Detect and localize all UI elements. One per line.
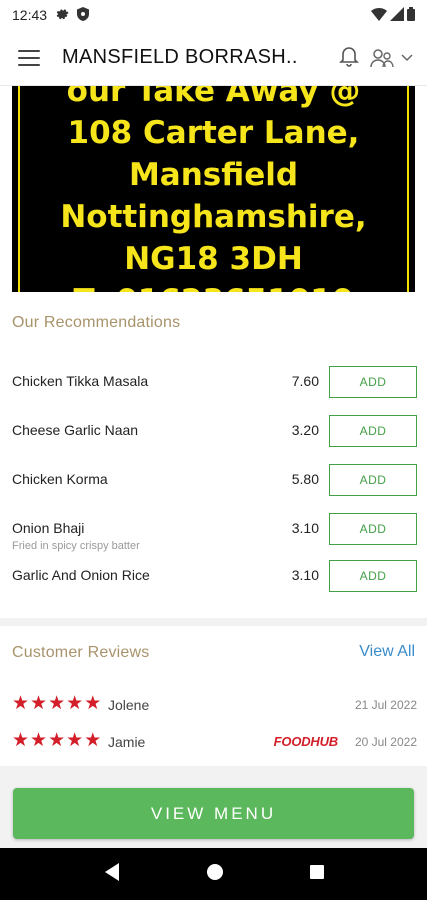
star-icon: ★: [48, 730, 66, 751]
review-date: 20 Jul 2022: [354, 735, 417, 749]
view-all-link[interactable]: View All: [359, 643, 415, 661]
system-navigation-bar: [0, 848, 427, 900]
menu-icon[interactable]: [18, 46, 42, 70]
status-time: 12:43: [12, 7, 48, 23]
item-name: Chicken Korma: [12, 471, 108, 487]
section-divider: [0, 618, 427, 626]
menu-item: Garlic And Onion Rice 3.10 ADD: [12, 560, 417, 611]
star-icon: ★: [12, 730, 30, 751]
star-icon: ★: [12, 693, 30, 714]
shield-icon: [77, 6, 90, 24]
wifi-icon: [371, 7, 387, 24]
bottom-action-area: VIEW MENU: [0, 766, 427, 848]
app-bar: MANSFIELD BORRASH..: [0, 30, 427, 86]
menu-item: Chicken Tikka Masala 7.60 ADD: [12, 366, 417, 417]
settings-icon: [55, 7, 69, 24]
menu-item: Onion Bhaji Fried in spicy crispy batter…: [12, 513, 417, 564]
item-name: Onion Bhaji: [12, 520, 85, 536]
star-icon: ★: [30, 693, 48, 714]
item-name: Cheese Garlic Naan: [12, 422, 139, 438]
item-price: 3.20: [291, 422, 319, 438]
item-price: 3.10: [291, 567, 319, 583]
star-icon: ★: [84, 693, 102, 714]
add-button[interactable]: ADD: [329, 513, 417, 545]
star-icon: ★: [48, 693, 66, 714]
item-name: Chicken Tikka Masala: [12, 373, 149, 389]
back-icon[interactable]: [103, 862, 121, 887]
add-button[interactable]: ADD: [329, 415, 417, 447]
add-button[interactable]: ADD: [329, 366, 417, 398]
review-item: ★ ★ ★ ★ ★ Jolene 21 Jul 2022: [12, 694, 417, 716]
item-price: 5.80: [291, 471, 319, 487]
item-description: Fried in spicy crispy batter: [12, 540, 140, 552]
reviewer-name: Jolene: [108, 697, 150, 713]
menu-item: Chicken Korma 5.80 ADD: [12, 464, 417, 515]
review-item: ★ ★ ★ ★ ★ Jamie FOODHUB 20 Jul 2022: [12, 731, 417, 753]
view-menu-button[interactable]: VIEW MENU: [13, 788, 414, 839]
banner-line: Nottinghamshire,: [60, 199, 367, 235]
reviews-title: Customer Reviews: [12, 644, 150, 661]
page-title: MANSFIELD BORRASH..: [62, 46, 298, 68]
recent-apps-icon[interactable]: [309, 864, 325, 885]
banner-line: NG18 3DH: [124, 241, 303, 277]
customer-reviews-section: Customer Reviews View All ★ ★ ★ ★ ★ Jole…: [0, 626, 427, 758]
star-icon: ★: [30, 730, 48, 751]
review-date: 21 Jul 2022: [354, 698, 417, 712]
recommendations-title: Our Recommendations: [12, 314, 181, 331]
banner-line: 108 Carter Lane,: [67, 115, 360, 151]
add-button[interactable]: ADD: [329, 464, 417, 496]
add-button[interactable]: ADD: [329, 560, 417, 592]
banner-line: T: 01623651010: [12, 280, 415, 292]
star-icon: ★: [66, 730, 84, 751]
item-price: 7.60: [291, 373, 319, 389]
item-name: Garlic And Onion Rice: [12, 567, 150, 583]
status-bar: 12:43: [0, 0, 427, 30]
item-price: 3.10: [291, 520, 319, 536]
notification-bell-icon[interactable]: [337, 43, 361, 72]
foodhub-logo: FOODHUB: [273, 734, 339, 749]
banner-address-text: our Take Away @ 108 Carter Lane, Mansfie…: [12, 86, 415, 292]
chevron-down-icon: [401, 53, 413, 61]
banner-line: our Take Away @: [66, 86, 361, 109]
star-rating: ★ ★ ★ ★ ★: [12, 694, 101, 713]
banner-line: Mansfield: [128, 157, 299, 193]
star-icon: ★: [66, 693, 84, 714]
home-icon[interactable]: [206, 863, 224, 886]
star-icon: ★: [84, 730, 102, 751]
star-rating: ★ ★ ★ ★ ★: [12, 731, 101, 750]
user-icon: [370, 48, 394, 67]
account-menu[interactable]: [369, 47, 413, 69]
restaurant-banner: our Take Away @ 108 Carter Lane, Mansfie…: [12, 86, 415, 292]
reviewer-name: Jamie: [108, 734, 146, 750]
menu-item: Cheese Garlic Naan 3.20 ADD: [12, 415, 417, 466]
signal-icon: [390, 6, 404, 24]
battery-icon: [407, 6, 415, 24]
recommendations-section: Our Recommendations Chicken Tikka Masala…: [0, 292, 427, 618]
